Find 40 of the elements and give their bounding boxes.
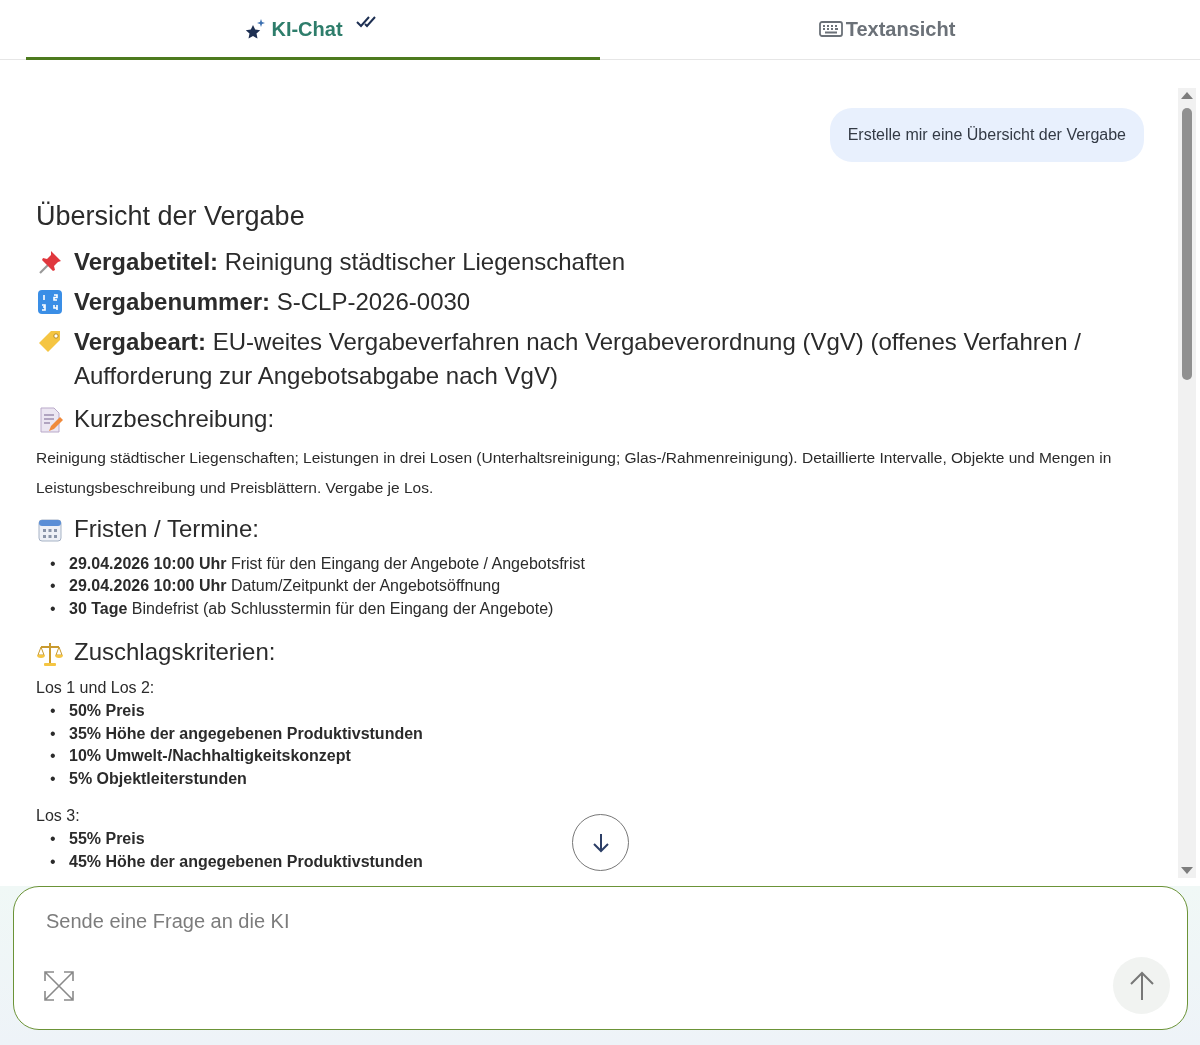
bullet: • [50, 723, 57, 744]
expand-button[interactable] [43, 970, 75, 1002]
arrow-up-icon [1128, 969, 1155, 1002]
scroll-down-button[interactable] [572, 814, 629, 871]
calendar-icon [36, 516, 64, 544]
bullet: • [50, 598, 57, 619]
answer-heading: Übersicht der Vergabe [36, 200, 306, 233]
section-heading: Kurzbeschreibung: [74, 403, 275, 434]
description-text: Reinigung städtischer Liegenschaften; Leistungen in drei Losen (Unterhaltsreinigung; Glas-/Rahmenreinigung). Detaillierte Intervalle, Objekte und Mengen in Leistungsbeschreibung und Preisblättern. Vergabe je Los. [36, 447, 1113, 498]
bullet: • [50, 701, 57, 721]
numbered-square-icon [36, 287, 64, 316]
arrow-down-icon [590, 831, 611, 854]
bullet: • [50, 553, 57, 574]
expand-icon [43, 970, 75, 1002]
detail-line: Vergabenummer: S-CLP-2026-0030 [74, 286, 471, 317]
section-heading: Zuschlagskriterien: [74, 637, 276, 667]
user-message: Erstelle mir eine Übersicht der Vergabe [829, 108, 1144, 162]
list-item: 29.04.2026 10:00 Uhr Frist für den Eingang der Angebote / Angebotsfrist [69, 553, 585, 574]
list-item: 29.04.2026 10:00 Uhr Datum/Zeitpunkt der Angebotsöffnung [69, 576, 501, 596]
list-item: 55% Preis [69, 829, 145, 849]
bullet: • [50, 829, 57, 849]
list-item: 30 Tage Bindefrist (ab Schlusstermin für den Eingang der Angebote) [69, 598, 554, 619]
tab[interactable]: KI-Chat [26, 0, 600, 60]
list-item: 45% Höhe der angegebenen Produktivstunden [69, 851, 423, 872]
bullet: • [50, 746, 57, 766]
bullet: • [50, 576, 57, 596]
list-item: 10% Umwelt-/Nachhaltigkeitskonzept [69, 746, 351, 766]
detail-line: Vergabeart: EU-weites Vergabeverfahren nach Vergabeverordnung (VgV) (offenes Verfahren / Aufforderung zur Angebotsabgabe nach VgV) [74, 326, 1082, 391]
list-item: 50% Preis [69, 701, 145, 721]
lot-label: Los 1 und Los 2: [36, 678, 156, 698]
bullet: • [50, 768, 57, 789]
lot-label: Los 3: [36, 806, 81, 826]
section-heading: Fristen / Termine: [74, 513, 259, 544]
bullet: • [50, 851, 57, 872]
tab[interactable]: Textansicht [600, 0, 1174, 60]
scrollbar[interactable] [1178, 88, 1196, 878]
detail-line: Vergabetitel: Reinigung städtischer Liegenschaften [74, 246, 625, 277]
list-item: 5% Objektleiterstunden [69, 768, 247, 789]
list-item: 35% Höhe der angegebenen Produktivstunden [69, 723, 423, 744]
keyboard-icon [818, 19, 843, 38]
